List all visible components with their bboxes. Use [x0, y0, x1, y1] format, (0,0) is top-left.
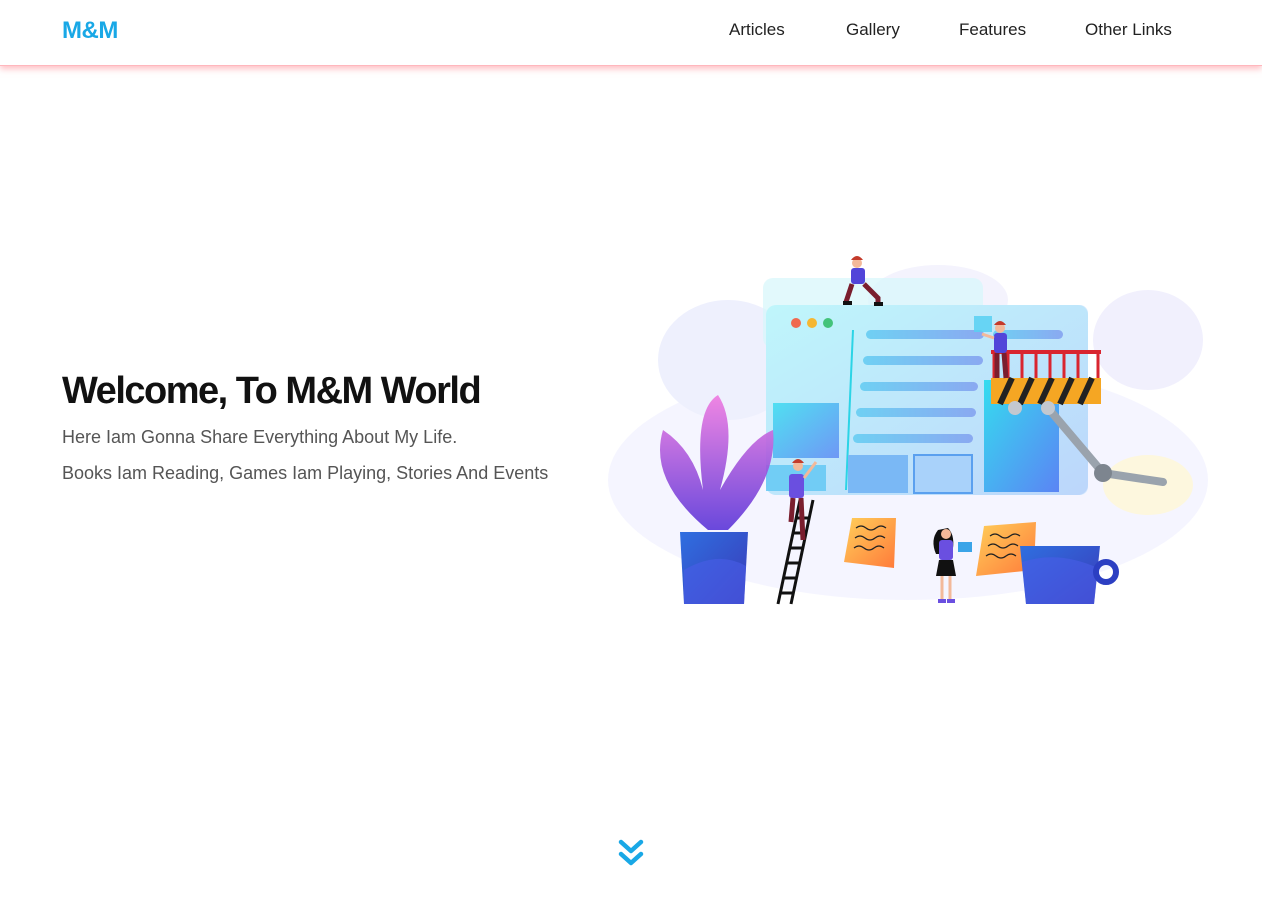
nav-link-features[interactable]: Features — [959, 20, 1026, 40]
hero-title: Welcome, To M&M World — [62, 370, 482, 412]
hero-subtitle-line-1: Here Iam Gonna Share Everything About My… — [62, 427, 458, 447]
nav-link-articles[interactable]: Articles — [729, 20, 785, 40]
website-building-illustration — [608, 256, 1208, 605]
scroll-down-button[interactable] — [618, 838, 644, 870]
double-chevron-down-icon — [618, 839, 644, 866]
site-header: M&M Articles Gallery Features Other Link… — [0, 0, 1262, 66]
nav-link-other-links[interactable]: Other Links — [1085, 20, 1172, 40]
nav-link-gallery[interactable]: Gallery — [846, 20, 900, 40]
main-nav: Articles Gallery Features Other Links — [0, 20, 1262, 44]
hero-subtitle-line-2: Books Iam Reading, Games Iam Playing, St… — [62, 463, 549, 483]
